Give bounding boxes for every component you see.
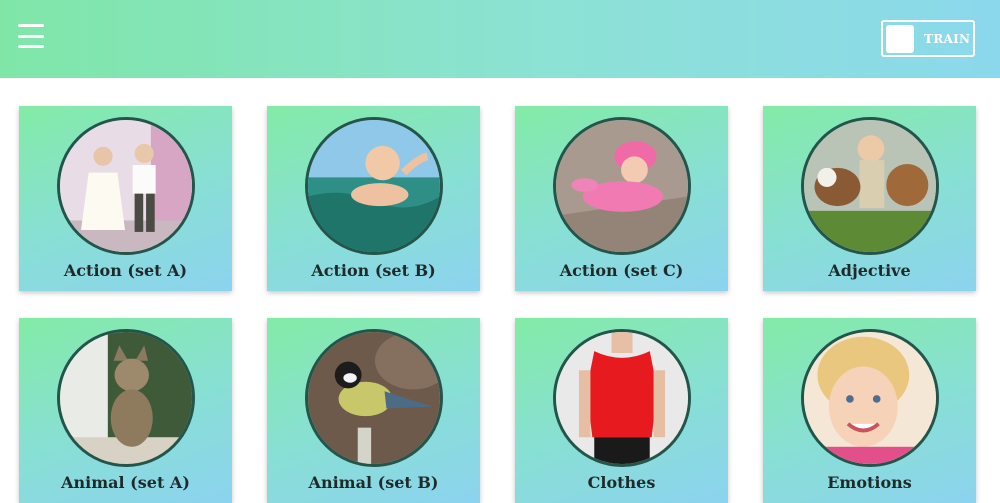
category-label: Clothes [587,473,656,492]
category-label: Emotions [827,473,912,492]
category-image [801,329,939,467]
category-image [57,329,195,467]
category-label: Animal (set B) [308,473,439,492]
category-label: Action (set C) [559,261,684,280]
category-image [553,117,691,255]
category-card-emotions[interactable]: Emotions [763,318,976,503]
category-image [57,117,195,255]
category-card-adjective[interactable]: Adjective [763,106,976,291]
category-card-animal-set-b[interactable]: Animal (set B) [267,318,480,503]
category-label: Action (set A) [63,261,188,280]
category-image [305,117,443,255]
category-card-animal-set-a[interactable]: Animal (set A) [19,318,232,503]
category-label: Action (set B) [311,261,436,280]
category-image [553,329,691,467]
category-card-clothes[interactable]: Clothes [515,318,728,503]
category-image [801,117,939,255]
category-card-action-set-b[interactable]: Action (set B) [267,106,480,291]
category-card-action-set-c[interactable]: Action (set C) [515,106,728,291]
category-grid: Action (set A) Action (set B) Action (se… [0,0,1000,503]
category-card-action-set-a[interactable]: Action (set A) [19,106,232,291]
category-image [305,329,443,467]
category-label: Animal (set A) [61,473,190,492]
category-label: Adjective [828,261,911,280]
